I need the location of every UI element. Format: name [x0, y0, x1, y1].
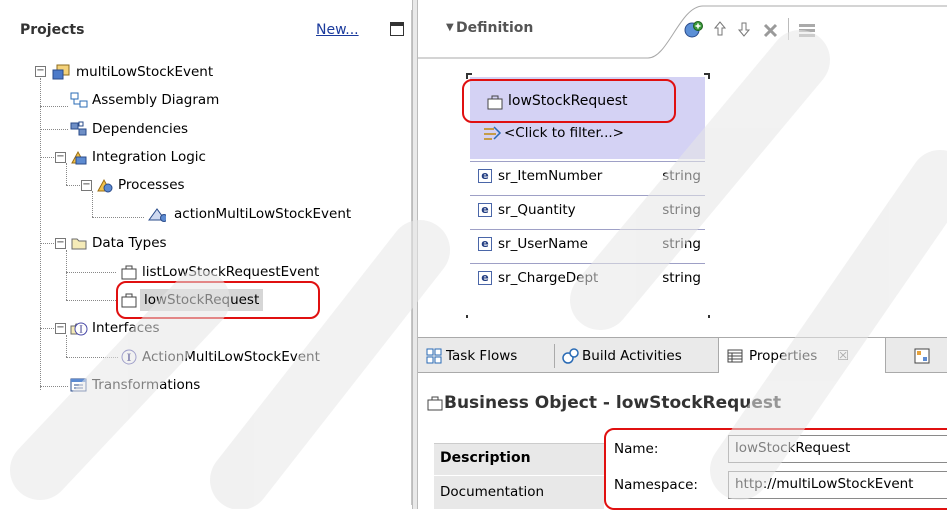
- processes-icon: [97, 178, 113, 193]
- description-label: Description: [440, 450, 531, 466]
- business-object-icon: [121, 265, 137, 280]
- tree-label: Transformations: [92, 377, 201, 393]
- integration-logic-icon: [71, 150, 87, 165]
- tree-line: [66, 300, 116, 301]
- tree-line: [66, 335, 67, 357]
- highlight-annotation: [462, 79, 676, 123]
- tab-separator: [554, 344, 555, 368]
- field-type: string: [662, 236, 701, 252]
- tab-properties[interactable]: Properties ☒: [718, 338, 886, 374]
- tab-documentation[interactable]: Documentation: [434, 475, 604, 509]
- svg-text:I: I: [127, 353, 132, 364]
- tree-label: Dependencies: [92, 121, 189, 137]
- field-type: string: [662, 202, 701, 218]
- svg-text:I: I: [79, 326, 83, 336]
- field-row[interactable]: e sr_ChargeDept string: [470, 263, 705, 294]
- field-type: string: [662, 270, 701, 286]
- projects-header: Projects New...: [8, 10, 412, 48]
- tree-label: Integration Logic: [92, 149, 206, 165]
- filter-icon: [484, 126, 502, 140]
- close-tab-icon[interactable]: ☒: [837, 338, 849, 374]
- field-type: string: [662, 168, 701, 184]
- delete-icon[interactable]: [762, 21, 780, 39]
- business-object-icon: [427, 396, 443, 411]
- sash: [418, 318, 947, 337]
- interfaces-icon: I: [70, 322, 88, 336]
- dependencies-icon: [70, 121, 87, 136]
- filter-field[interactable]: <Click to filter...>: [504, 125, 624, 141]
- tree-label: Processes: [118, 177, 185, 193]
- collapse-triangle-icon[interactable]: ▼: [446, 22, 454, 33]
- collapse-icon[interactable]: −: [35, 66, 46, 77]
- tab-description[interactable]: Description: [434, 443, 604, 475]
- field-name: sr_Quantity: [498, 202, 576, 218]
- tree-label: Data Types: [92, 235, 167, 251]
- element-icon: e: [478, 203, 492, 217]
- properties-icon: [727, 349, 743, 363]
- tree-label: actionMultiLowStockEvent: [174, 206, 352, 222]
- collapse-icon[interactable]: −: [55, 323, 66, 334]
- definition-title: Definition: [456, 20, 534, 36]
- tree-label: listLowStockRequestEvent: [142, 264, 320, 280]
- collapse-icon[interactable]: −: [55, 238, 66, 249]
- element-icon: e: [478, 169, 492, 183]
- task-flows-icon: [426, 348, 442, 364]
- tree-line: [66, 250, 67, 300]
- highlight-annotation: [116, 281, 320, 319]
- tree-line: [40, 386, 68, 387]
- project-icon: [52, 64, 70, 80]
- maximize-icon[interactable]: [390, 22, 404, 36]
- interface-icon: I: [121, 349, 137, 365]
- field-name: sr_ChargeDept: [498, 270, 599, 286]
- highlight-annotation: [604, 428, 947, 510]
- tree-line: [92, 191, 93, 217]
- bottom-tab-bar: Task Flows Build Activities Properties ☒: [418, 337, 947, 374]
- toolbar-separator: [788, 18, 789, 40]
- tree-label: Assembly Diagram: [92, 92, 220, 108]
- element-icon: e: [478, 271, 492, 285]
- tab-label: Properties: [749, 348, 818, 364]
- assembly-diagram-icon: [70, 92, 88, 108]
- field-name: sr_UserName: [498, 236, 588, 252]
- new-link[interactable]: New...: [316, 22, 359, 38]
- collapse-icon[interactable]: −: [55, 152, 66, 163]
- data-types-icon: [71, 238, 87, 250]
- collapse-icon[interactable]: −: [81, 180, 92, 191]
- field-row[interactable]: e sr_Quantity string: [470, 195, 705, 226]
- field-row[interactable]: e sr_UserName string: [470, 229, 705, 260]
- projects-panel: Projects New... − multiLowStockEvent Ass…: [8, 10, 412, 505]
- problems-icon: [914, 348, 930, 364]
- definition-panel: ▼ Definition lowStockRequest <Click to f…: [418, 0, 947, 321]
- tree-line: [40, 78, 41, 390]
- field-name: sr_ItemNumber: [498, 168, 603, 184]
- tree-line: [66, 272, 116, 273]
- tree-label: ActionMultiLowStockEvent: [142, 349, 320, 365]
- tree-line: [66, 357, 118, 358]
- documentation-label: Documentation: [440, 484, 545, 500]
- build-activities-icon: [562, 348, 579, 364]
- add-field-icon[interactable]: [684, 20, 704, 40]
- layout-icon[interactable]: [798, 22, 816, 38]
- move-up-icon[interactable]: [712, 20, 728, 38]
- transformations-icon: [70, 378, 87, 392]
- tab-label: Task Flows: [446, 348, 518, 364]
- tree-line: [92, 217, 144, 218]
- tree-label: multiLowStockEvent: [76, 64, 214, 80]
- field-row[interactable]: e sr_ItemNumber string: [470, 161, 705, 192]
- properties-heading: Business Object - lowStockRequest: [444, 393, 782, 413]
- business-process-icon: [148, 208, 166, 222]
- tree-line: [40, 129, 68, 130]
- tab-label: Build Activities: [582, 348, 682, 364]
- move-down-icon[interactable]: [736, 20, 752, 38]
- element-icon: e: [478, 237, 492, 251]
- tree-line: [40, 106, 68, 107]
- tree-line: [66, 163, 67, 185]
- projects-title: Projects: [20, 22, 85, 38]
- properties-panel: Business Object - lowStockRequest Descri…: [418, 373, 947, 510]
- tree-label: Interfaces: [92, 320, 160, 336]
